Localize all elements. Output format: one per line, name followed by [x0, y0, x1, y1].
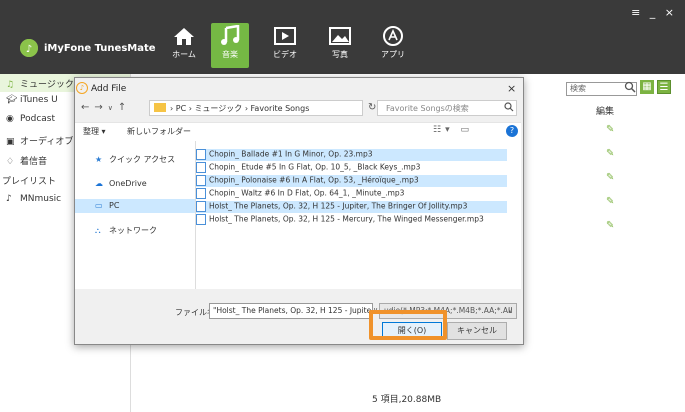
nav-music-label: 音楽: [222, 50, 238, 59]
sidebar-item-ringtone[interactable]: ♢ 着信音: [6, 154, 47, 167]
forward-arrow-icon[interactable]: →: [94, 102, 107, 113]
nav-pc-highlight: [75, 199, 195, 213]
graduation-cap-icon: 🎓︎: [6, 95, 18, 105]
sidebar-item-podcast[interactable]: ◉ Podcast: [6, 114, 55, 124]
nav-network[interactable]: ⛬ ネットワーク: [95, 225, 157, 236]
edit-pencil-icon[interactable]: ✎: [606, 196, 614, 207]
app-icon: [374, 23, 412, 49]
video-icon: [266, 23, 304, 49]
network-icon: ⛬: [95, 226, 101, 235]
music-icon: [211, 23, 249, 49]
grid-icon: ▦: [642, 81, 652, 92]
edit-pencil-icon[interactable]: ✎: [606, 172, 614, 183]
photo-icon: [321, 23, 359, 49]
help-icon[interactable]: ?: [506, 125, 518, 137]
edit-column-header: 編集: [596, 107, 615, 117]
view-options-icon[interactable]: ☷▾ ▭: [433, 125, 473, 135]
highlight-annotation: [369, 310, 447, 340]
address-path: › PC › ミュージック › Favorite Songs: [170, 104, 310, 113]
file-list: Chopin_ Ballade #1 In G Minor, Op. 23.mp…: [196, 141, 521, 289]
file-item[interactable]: Holst_ The Planets, Op. 32, H 125 - Merc…: [196, 214, 507, 226]
nav-arrows[interactable]: ←→∨↑: [81, 102, 131, 113]
file-item[interactable]: Chopin_ Polonaise #6 In A Flat, Op. 53, …: [196, 175, 507, 187]
nav-photo[interactable]: 写真: [321, 23, 359, 68]
nav-music[interactable]: 音楽: [211, 23, 249, 68]
sidebar-item-playlist[interactable]: プレイリスト: [2, 174, 56, 187]
cancel-button[interactable]: キャンセル: [447, 322, 507, 340]
address-bar[interactable]: › PC › ミュージック › Favorite Songs: [149, 100, 363, 116]
file-item[interactable]: Chopin_ Ballade #1 In G Minor, Op. 23.mp…: [196, 149, 507, 161]
nav-home[interactable]: ホーム: [165, 23, 203, 68]
grid-view-button[interactable]: ▦: [640, 80, 654, 94]
window-controls[interactable]: ≡ _ ×: [631, 6, 677, 19]
add-file-dialog: ♪ Add File × ←→∨↑ › PC › ミュージック › Favori…: [74, 77, 524, 345]
file-icon: [196, 201, 206, 212]
list-view-button[interactable]: ☰: [657, 80, 671, 94]
nav-apps[interactable]: アプリ: [374, 23, 412, 68]
search-icon[interactable]: [624, 81, 636, 96]
file-item[interactable]: Chopin_ Etude #5 In G Flat, Op. 10_5, _B…: [196, 162, 507, 174]
music-note-icon: ♪: [6, 194, 12, 204]
file-icon: [196, 149, 206, 160]
bell-icon: ♢: [6, 157, 15, 167]
dialog-search-input[interactable]: Favorite Songsの検索: [377, 100, 517, 116]
sidebar-item-music[interactable]: ♫ ミュージック: [6, 77, 74, 90]
folder-icon: [154, 103, 166, 112]
organize-button[interactable]: 整理 ▾: [83, 126, 106, 137]
nav-video[interactable]: ビデオ: [266, 23, 304, 68]
close-button[interactable]: ×: [507, 82, 516, 95]
dialog-search-placeholder: Favorite Songsの検索: [386, 104, 469, 113]
star-icon: ★: [95, 155, 103, 164]
app-logo-icon: ♪: [20, 39, 38, 57]
search-icon: [504, 102, 514, 115]
file-icon: [196, 188, 206, 199]
up-arrow-icon[interactable]: ↑: [118, 102, 131, 113]
item-count-status: 5 項目,20.88MB: [372, 395, 442, 405]
dialog-title: Add File: [91, 84, 127, 94]
file-icon: [196, 214, 206, 225]
file-icon: [196, 175, 206, 186]
edit-pencil-icon[interactable]: ✎: [606, 220, 614, 231]
nav-onedrive[interactable]: ☁ OneDrive: [95, 179, 147, 188]
app-title: iMyFone TunesMate: [44, 43, 156, 54]
chevron-down-icon: ∨: [507, 306, 514, 315]
new-folder-button[interactable]: 新しいフォルダー: [127, 126, 191, 137]
edit-pencil-icon[interactable]: ✎: [606, 148, 614, 159]
pc-icon: ▭: [95, 201, 103, 210]
cloud-icon: ☁: [95, 179, 103, 188]
music-note-icon: ♫: [6, 80, 15, 90]
podcast-icon: ◉: [6, 114, 14, 124]
list-icon: ☰: [659, 82, 669, 93]
sidebar-item-itunes-u[interactable]: 🎓︎ iTunes U: [6, 95, 58, 105]
filename-value: "Holst_ The Planets, Op. 32, H 125 - Jup…: [213, 306, 372, 315]
audiobook-icon: ▣: [6, 137, 15, 147]
chevron-down-icon[interactable]: ∨: [108, 104, 118, 112]
filename-input[interactable]: "Holst_ The Planets, Op. 32, H 125 - Jup…: [209, 303, 373, 319]
nav-photo-label: 写真: [332, 50, 348, 59]
svg-text:♪: ♪: [26, 44, 32, 55]
dialog-app-icon: ♪: [76, 82, 88, 94]
file-item[interactable]: Chopin_ Waltz #6 In D Flat, Op. 64_1, _M…: [196, 188, 507, 200]
sidebar-item-mnmusic[interactable]: ♪ MNmusic: [6, 194, 61, 204]
edit-pencil-icon[interactable]: ✎: [606, 124, 614, 135]
home-icon: [165, 23, 203, 49]
navigation-pane: ★ クイック アクセス ☁ OneDrive ▭ PC ⛬ ネットワーク: [75, 141, 196, 289]
back-arrow-icon[interactable]: ←: [81, 102, 94, 113]
dialog-toolbar: 整理 ▾ 新しいフォルダー ☷▾ ▭ ?: [75, 122, 521, 142]
refresh-icon[interactable]: ↻: [368, 102, 376, 113]
file-item[interactable]: Holst_ The Planets, Op. 32, H 125 - Jupi…: [196, 201, 507, 213]
nav-home-label: ホーム: [172, 50, 196, 59]
nav-video-label: ビデオ: [273, 50, 297, 59]
nav-pc[interactable]: ▭ PC: [95, 201, 119, 210]
file-icon: [196, 162, 206, 173]
nav-apps-label: アプリ: [381, 50, 405, 59]
nav-quick-access[interactable]: ★ クイック アクセス: [95, 154, 175, 165]
